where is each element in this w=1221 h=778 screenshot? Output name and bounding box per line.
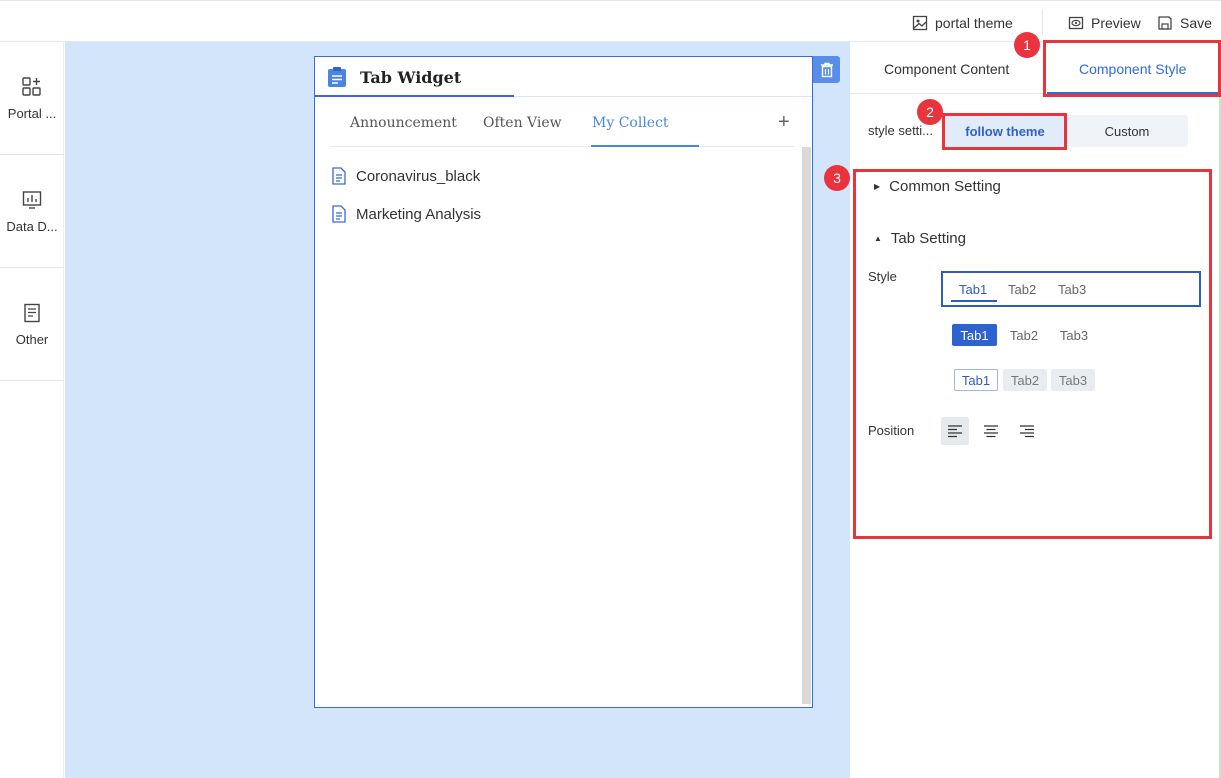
sidebar-item-portal[interactable]: Portal ... bbox=[0, 42, 64, 155]
chart-icon bbox=[22, 191, 42, 209]
tab-often-view[interactable]: Often View bbox=[483, 115, 562, 131]
sidebar-item-label: Other bbox=[15, 332, 49, 347]
toolbar-divider bbox=[1042, 9, 1043, 35]
sidebar-item-data[interactable]: Data D... bbox=[0, 155, 64, 268]
save-button[interactable]: Save bbox=[1157, 14, 1212, 32]
file-icon bbox=[332, 205, 346, 223]
tab-announcement[interactable]: Announcement bbox=[350, 115, 457, 131]
list-item[interactable]: Marketing Analysis bbox=[331, 205, 481, 223]
list-item-label: Marketing Analysis bbox=[356, 205, 482, 223]
left-sidebar: Portal ... Data D... Other bbox=[0, 42, 64, 778]
widget-title: Tab Widget bbox=[360, 68, 462, 87]
portal-theme-button[interactable]: portal theme bbox=[912, 14, 1013, 32]
save-label: Save bbox=[1180, 15, 1212, 31]
tab-my-collect[interactable]: My Collect bbox=[592, 115, 669, 131]
preview-label: Preview bbox=[1091, 15, 1141, 31]
annotation-badge-3: 3 bbox=[824, 165, 850, 191]
widget-tabs: Announcement Often View My Collect bbox=[331, 107, 795, 147]
app-root: portal theme Preview Save Portal ... Dat… bbox=[0, 0, 1221, 778]
widget-header: Tab Widget bbox=[315, 57, 812, 97]
list-item[interactable]: Coronavirus_black bbox=[331, 167, 480, 185]
image-icon bbox=[912, 15, 928, 31]
active-tab-indicator bbox=[591, 145, 699, 147]
annotation-box-2 bbox=[942, 113, 1067, 150]
annotation-box-3 bbox=[853, 169, 1212, 539]
trash-icon bbox=[820, 62, 833, 77]
tab-component-content[interactable]: Component Content bbox=[884, 61, 1009, 77]
custom-option[interactable]: Custom bbox=[1068, 115, 1186, 147]
annotation-badge-1: 1 bbox=[1014, 32, 1040, 58]
sidebar-item-other[interactable]: Other bbox=[0, 268, 64, 381]
sidebar-item-label: Data D... bbox=[6, 219, 58, 234]
annotation-badge-2: 2 bbox=[917, 99, 943, 125]
header-underline bbox=[315, 95, 514, 97]
clipboard-icon bbox=[328, 67, 346, 87]
eye-icon bbox=[1068, 16, 1084, 30]
scrollbar[interactable] bbox=[802, 147, 811, 704]
add-tab-button[interactable]: + bbox=[778, 111, 790, 134]
list-item-label: Coronavirus_black bbox=[356, 167, 481, 185]
style-setting-label: style setti... bbox=[868, 123, 934, 138]
file-icon bbox=[332, 167, 346, 185]
sidebar-item-label: Portal ... bbox=[7, 106, 57, 121]
grid-plus-icon bbox=[22, 77, 41, 96]
preview-button[interactable]: Preview bbox=[1068, 14, 1141, 32]
annotation-box-1 bbox=[1043, 40, 1221, 97]
tab-widget[interactable]: Tab Widget Announcement Often View My Co… bbox=[314, 56, 813, 708]
delete-widget-button[interactable] bbox=[813, 56, 840, 83]
save-icon bbox=[1158, 16, 1172, 30]
top-toolbar: portal theme Preview Save bbox=[0, 0, 1221, 42]
document-icon bbox=[24, 303, 40, 323]
portal-theme-label: portal theme bbox=[935, 15, 1013, 31]
